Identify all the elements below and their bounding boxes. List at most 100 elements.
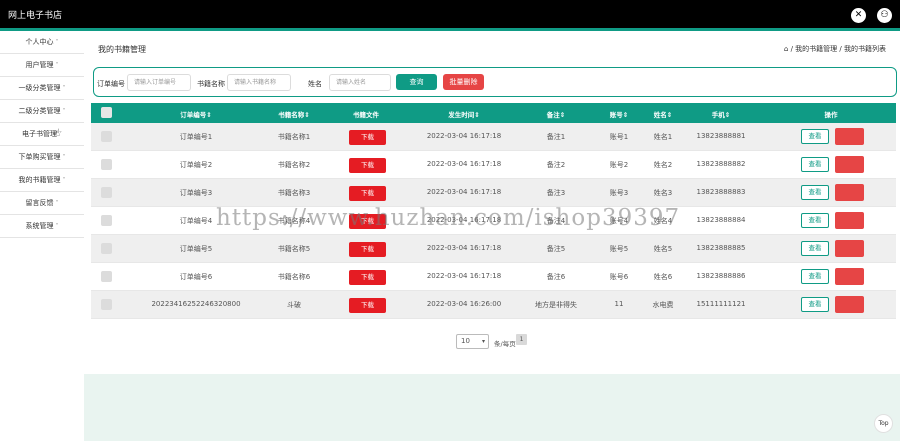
delete-button[interactable] (835, 128, 864, 145)
cell-time: 2022-03-04 16:17:18 (426, 160, 502, 168)
view-button[interactable]: 查看 (801, 157, 829, 172)
header-book-name[interactable]: 书籍名称⇕ (259, 109, 329, 119)
view-button[interactable]: 查看 (801, 297, 829, 312)
user-avatar-icon[interactable]: ⚇ (877, 8, 892, 23)
table-row: 订单编号5 书籍名称5 下载 2022-03-04 16:17:18 备注5 账… (91, 235, 896, 263)
table-row: 订单编号2 书籍名称2 下载 2022-03-04 16:17:18 备注2 账… (91, 151, 896, 179)
row-checkbox[interactable] (101, 243, 112, 254)
download-button[interactable]: 下载 (349, 298, 386, 313)
cell-note: 备注6 (546, 273, 566, 281)
row-checkbox[interactable] (101, 215, 112, 226)
download-button[interactable]: 下载 (349, 130, 386, 145)
batch-delete-button[interactable]: 批量删除 (443, 74, 484, 90)
cell-time: 2022-03-04 16:17:18 (426, 188, 502, 196)
download-button[interactable]: 下载 (349, 186, 386, 201)
page-title: 我的书籍管理 (98, 45, 146, 54)
cell-note: 备注1 (546, 133, 566, 141)
header-phone[interactable]: 手机⇕ (691, 109, 751, 119)
cell-book-name: 书籍名称1 (277, 133, 311, 141)
cell-phone: 13823888884 (696, 216, 746, 224)
view-button[interactable]: 查看 (801, 241, 829, 256)
cell-account: 账号1 (609, 133, 629, 141)
sidebar-item-label: 我的书籍管理 (18, 176, 61, 184)
cell-account: 账号3 (609, 189, 629, 197)
delete-button[interactable] (835, 212, 864, 229)
name-label: 姓名 (308, 80, 322, 88)
row-checkbox[interactable] (101, 271, 112, 282)
order-number-label: 订单编号 (97, 80, 125, 88)
chevron-down-icon: ˅ (62, 108, 66, 115)
table-row: 订单编号6 书籍名称6 下载 2022-03-04 16:17:18 备注6 账… (91, 263, 896, 291)
cell-book-name: 书籍名称6 (277, 273, 311, 281)
delete-button[interactable] (835, 240, 864, 257)
page-size-select[interactable]: 10 ▾ (456, 334, 489, 349)
chevron-down-icon: ˅ (55, 200, 59, 207)
select-all-checkbox[interactable] (101, 107, 112, 118)
sidebar-item-category-2[interactable]: 二级分类管理 ˅ (0, 100, 84, 123)
header-order-number[interactable]: 订单编号⇕ (151, 109, 241, 119)
row-checkbox[interactable] (101, 187, 112, 198)
cell-phone: 13823888881 (696, 132, 746, 140)
order-number-input[interactable]: 请输入订单编号 (127, 74, 191, 91)
view-button[interactable]: 查看 (801, 129, 829, 144)
table-row: 订单编号1 书籍名称1 下载 2022-03-04 16:17:18 备注1 账… (91, 123, 896, 151)
chevron-down-icon: ˅ (55, 223, 59, 230)
view-button[interactable]: 查看 (801, 213, 829, 228)
back-to-top-button[interactable]: Top (874, 414, 893, 433)
download-button[interactable]: 下载 (349, 158, 386, 173)
delete-button[interactable] (835, 156, 864, 173)
home-icon[interactable]: ⌂ (784, 45, 788, 53)
mouse-cursor-icon: ☝ (54, 128, 61, 139)
cell-time: 2022-03-04 16:26:00 (426, 300, 502, 308)
table-row: 订单编号3 书籍名称3 下载 2022-03-04 16:17:18 备注3 账… (91, 179, 896, 207)
row-checkbox[interactable] (101, 159, 112, 170)
header-account[interactable]: 账号⇕ (599, 109, 639, 119)
cell-phone: 15111111121 (696, 300, 746, 308)
cell-order-number: 订单编号5 (179, 245, 213, 253)
cell-name: 姓名5 (653, 245, 673, 253)
cell-time: 2022-03-04 16:17:18 (426, 132, 502, 140)
sidebar-item-label: 电子书管理 (22, 130, 57, 138)
cell-order-number: 订单编号1 (179, 133, 213, 141)
fullscreen-icon[interactable]: ✕ (851, 8, 866, 23)
cell-order-number: 订单编号2 (179, 161, 213, 169)
sidebar-item-label: 二级分类管理 (18, 107, 61, 115)
sidebar-item-my-books[interactable]: 我的书籍管理 ˅ (0, 169, 84, 192)
delete-button[interactable] (835, 184, 864, 201)
book-name-input[interactable]: 请输入书籍名称 (227, 74, 291, 91)
sidebar-item-users[interactable]: 用户管理 ˅ (0, 54, 84, 77)
book-name-label: 书籍名称 (197, 80, 225, 88)
sidebar-item-label: 一级分类管理 (18, 84, 61, 92)
cell-time: 2022-03-04 16:17:18 (426, 244, 502, 252)
chevron-down-icon: ˅ (55, 62, 59, 69)
cell-book-name: 书籍名称2 (277, 161, 311, 169)
delete-button[interactable] (835, 296, 864, 313)
cell-name: 姓名3 (653, 189, 673, 197)
delete-button[interactable] (835, 268, 864, 285)
header-note[interactable]: 备注⇕ (531, 109, 581, 119)
view-button[interactable]: 查看 (801, 185, 829, 200)
sidebar-item-feedback[interactable]: 留言反馈 ˅ (0, 192, 84, 215)
cell-book-name: 斗破 (287, 301, 301, 309)
row-checkbox[interactable] (101, 299, 112, 310)
query-button[interactable]: 查询 (396, 74, 437, 90)
sidebar-item-ebooks[interactable]: 电子书管理 ˅ (0, 123, 84, 146)
chevron-down-icon: ˅ (55, 39, 59, 46)
cell-account: 11 (614, 300, 624, 308)
view-button[interactable]: 查看 (801, 269, 829, 284)
cell-order-number: 订单编号3 (179, 189, 213, 197)
download-button[interactable]: 下载 (349, 270, 386, 285)
cell-note: 地方是非得失 (535, 301, 577, 309)
sidebar-item-personal-center[interactable]: 个人中心 ˅ (0, 31, 84, 54)
page-number[interactable]: 1 (516, 334, 527, 345)
chevron-down-icon: ˅ (62, 154, 66, 161)
name-input[interactable]: 请输入姓名 (329, 74, 391, 91)
sidebar-item-category-1[interactable]: 一级分类管理 ˅ (0, 77, 84, 100)
header-time[interactable]: 发生时间⇕ (419, 109, 509, 119)
row-checkbox[interactable] (101, 131, 112, 142)
footer-background (84, 374, 900, 441)
sidebar-item-orders[interactable]: 下单购买管理 ˅ (0, 146, 84, 169)
header-name[interactable]: 姓名⇕ (643, 109, 683, 119)
sidebar-item-system[interactable]: 系统管理 ˅ (0, 215, 84, 238)
download-button[interactable]: 下载 (349, 242, 386, 257)
